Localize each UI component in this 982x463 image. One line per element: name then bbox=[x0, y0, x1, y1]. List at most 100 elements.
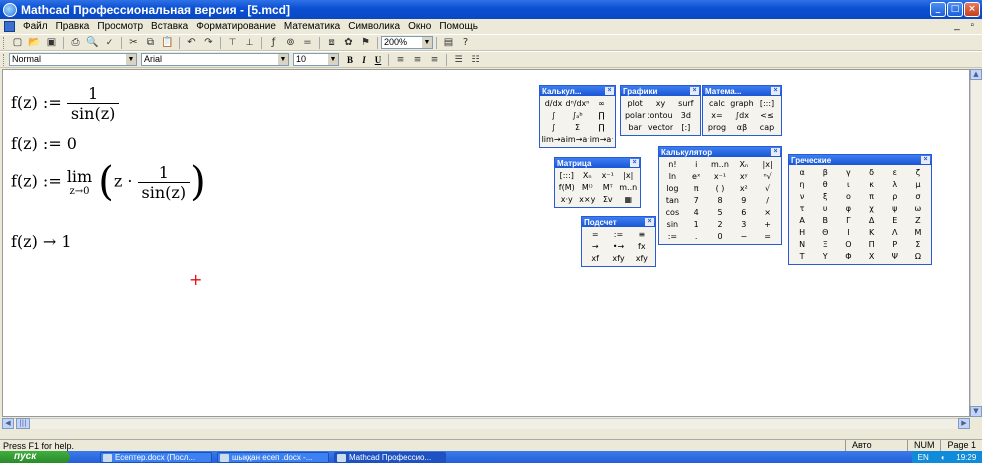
greek-palette-button[interactable]: Θ bbox=[814, 227, 836, 238]
calculus-palette-button[interactable]: ∫ₐᵇ bbox=[566, 110, 589, 121]
align-down-icon[interactable]: ⊥ bbox=[242, 36, 257, 50]
graphs-palette-button[interactable]: vector bbox=[648, 122, 672, 133]
calculator-palette-button[interactable]: 3 bbox=[732, 219, 755, 230]
close-icon[interactable]: × bbox=[645, 218, 654, 226]
greek-palette-button[interactable]: Ν bbox=[791, 239, 813, 250]
function-icon[interactable]: ƒ bbox=[266, 36, 281, 50]
greek-palette-button[interactable]: Α bbox=[791, 215, 813, 226]
matrix-palette-button[interactable]: M⁽⁾ bbox=[578, 182, 598, 193]
greek-palette-button[interactable]: ο bbox=[837, 191, 859, 202]
calculus-palette-button[interactable]: lim→a⁻ bbox=[590, 134, 613, 145]
graphs-palette-button[interactable]: contour bbox=[648, 110, 672, 121]
calculator-palette-button[interactable]: 6 bbox=[732, 207, 755, 218]
evaluation-palette-button[interactable]: ≡ bbox=[631, 229, 653, 240]
math-palette-button[interactable]: x= bbox=[705, 110, 729, 121]
calculator-palette-button[interactable]: / bbox=[756, 195, 779, 206]
evaluation-palette-button[interactable]: xf bbox=[584, 253, 606, 264]
document-icon[interactable] bbox=[4, 21, 15, 32]
insert-unit-icon[interactable]: ⊚ bbox=[283, 36, 298, 50]
worksheet[interactable]: f(z) := 1 sin(z) f(z) := 0 f(z) := lim z→… bbox=[2, 69, 970, 417]
graphs-palette-button[interactable]: plot bbox=[623, 98, 647, 109]
italic-button[interactable]: I bbox=[357, 55, 371, 65]
expression-definition-2[interactable]: f(z) := 0 bbox=[11, 134, 77, 153]
greek-palette-button[interactable]: Ο bbox=[837, 239, 859, 250]
font-select[interactable]: Arial ▼ bbox=[141, 53, 289, 66]
expression-symbolic-result[interactable]: f(z) → 1 bbox=[11, 232, 72, 251]
align-left-icon[interactable]: ≡ bbox=[393, 53, 408, 67]
evaluation-palette-button[interactable]: = bbox=[584, 229, 606, 240]
greek-palette-button[interactable]: Κ bbox=[860, 227, 882, 238]
calculus-palette-button[interactable]: ∫ bbox=[542, 122, 565, 133]
matrix-palette-button[interactable]: Σv bbox=[598, 194, 618, 205]
calculator-palette-button[interactable]: − bbox=[732, 231, 755, 242]
math-palette-button[interactable]: calc bbox=[705, 98, 729, 109]
greek-palette-button[interactable]: ζ bbox=[907, 167, 929, 178]
menu-edit[interactable]: Правка bbox=[52, 21, 94, 32]
expression-definition-1[interactable]: f(z) := 1 sin(z) bbox=[11, 84, 120, 123]
calculator-palette-button[interactable]: xʸ bbox=[732, 171, 755, 182]
greek-palette-button[interactable]: Υ bbox=[814, 251, 836, 262]
greek-palette-button[interactable]: ι bbox=[837, 179, 859, 190]
calculator-palette-button[interactable]: := bbox=[661, 231, 684, 242]
bullets-icon[interactable]: ☰ bbox=[451, 53, 466, 67]
graphs-palette-button[interactable]: 3d bbox=[674, 110, 698, 121]
matrix-palette-button[interactable]: Mᵀ bbox=[598, 182, 618, 193]
menu-view[interactable]: Просмотр bbox=[93, 21, 147, 32]
menu-format[interactable]: Форматирование bbox=[192, 21, 280, 32]
greek-palette-button[interactable]: Η bbox=[791, 227, 813, 238]
greek-palette-button[interactable]: Τ bbox=[791, 251, 813, 262]
greek-palette-button[interactable]: ρ bbox=[884, 191, 906, 202]
math-palette-button[interactable]: graph bbox=[730, 98, 754, 109]
menu-math[interactable]: Математика bbox=[280, 21, 344, 32]
greek-palette-button[interactable]: α bbox=[791, 167, 813, 178]
zoom-select[interactable]: 200% ▼ bbox=[381, 36, 433, 49]
calculator-palette-button[interactable]: 1 bbox=[685, 219, 708, 230]
spellcheck-icon[interactable]: ✓ bbox=[102, 36, 117, 50]
calculator-palette-button[interactable]: eˣ bbox=[685, 171, 708, 182]
language-indicator[interactable]: EN bbox=[918, 453, 929, 462]
open-icon[interactable]: 📂 bbox=[27, 36, 42, 50]
resource-icon[interactable]: ✿ bbox=[341, 36, 356, 50]
mathcad-app-icon[interactable] bbox=[3, 2, 17, 17]
calculus-palette-button[interactable]: d/dx bbox=[542, 98, 565, 109]
scroll-thumb[interactable]: ||| bbox=[16, 418, 30, 429]
calculus-palette-button[interactable]: ∏ bbox=[590, 122, 613, 133]
greek-palette-button[interactable]: π bbox=[860, 191, 882, 202]
calculator-palette-button[interactable]: x⁻¹ bbox=[709, 171, 732, 182]
graphs-palette-button[interactable]: polar bbox=[623, 110, 647, 121]
evaluation-palette-button[interactable]: fx bbox=[631, 241, 653, 252]
numbering-icon[interactable]: ☷ bbox=[468, 53, 483, 67]
calculus-palette-button[interactable]: ∫ bbox=[542, 110, 565, 121]
greek-palette-button[interactable]: σ bbox=[907, 191, 929, 202]
calculus-palette-button[interactable]: ∏ bbox=[590, 110, 613, 121]
close-icon[interactable]: × bbox=[690, 87, 699, 95]
matrix-palette-button[interactable]: m..n bbox=[619, 182, 639, 193]
greek-palette-button[interactable]: Ε bbox=[884, 215, 906, 226]
calculator-palette-button[interactable]: 0 bbox=[709, 231, 732, 242]
calculator-palette-button[interactable]: × bbox=[756, 207, 779, 218]
print-icon[interactable]: ⎙ bbox=[68, 36, 83, 50]
greek-palette-button[interactable]: κ bbox=[860, 179, 882, 190]
close-icon[interactable]: × bbox=[771, 87, 780, 95]
calculator-palette-button[interactable]: 8 bbox=[709, 195, 732, 206]
calculator-palette-button[interactable]: i bbox=[685, 159, 708, 170]
task-word-doc-1[interactable]: Есептер.docx (Посл... bbox=[100, 451, 212, 463]
help-icon[interactable]: ⚑ bbox=[358, 36, 373, 50]
math-palette-button[interactable]: [:::] bbox=[755, 98, 779, 109]
greek-palette-button[interactable]: θ bbox=[814, 179, 836, 190]
greek-palette-button[interactable]: Ι bbox=[837, 227, 859, 238]
matrix-palette-button[interactable]: f(M) bbox=[557, 182, 577, 193]
greek-palette-button[interactable]: β bbox=[814, 167, 836, 178]
calculator-palette-button[interactable]: |x| bbox=[756, 159, 779, 170]
menu-file[interactable]: Файл bbox=[19, 21, 52, 32]
resource-center-icon[interactable]: ▤ bbox=[441, 36, 456, 50]
calculator-palette-button[interactable]: 2 bbox=[709, 219, 732, 230]
evaluation-palette-button[interactable]: xfy bbox=[631, 253, 653, 264]
math-palette-button[interactable]: αβ bbox=[730, 122, 754, 133]
greek-palette-button[interactable]: ε bbox=[884, 167, 906, 178]
close-icon[interactable]: × bbox=[964, 2, 980, 17]
calculus-palette-button[interactable]: dⁿ/dxⁿ bbox=[566, 98, 589, 109]
font-size-select[interactable]: 10 ▼ bbox=[293, 53, 339, 66]
minimize-icon[interactable]: _ bbox=[930, 2, 946, 17]
calculator-palette-button[interactable]: tan bbox=[661, 195, 684, 206]
